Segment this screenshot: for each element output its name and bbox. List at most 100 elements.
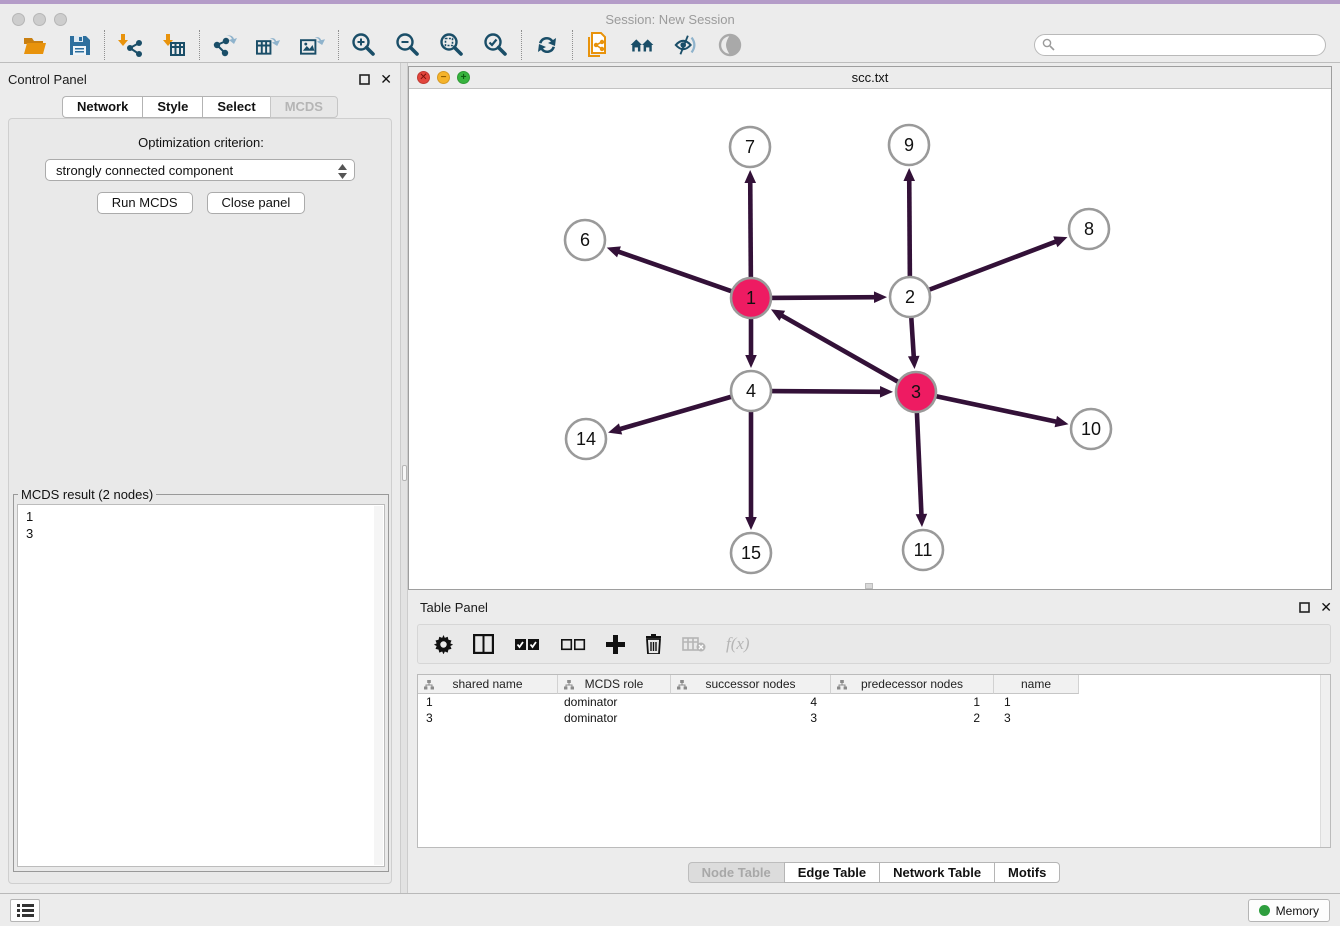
network-window-titlebar[interactable]: ✕ − + scc.txt <box>409 67 1331 89</box>
style-eye-icon[interactable] <box>673 32 699 58</box>
add-column-icon[interactable] <box>606 635 625 654</box>
export-table-icon[interactable] <box>256 32 282 58</box>
graph-node-3[interactable]: 3 <box>896 372 936 412</box>
close-table-panel-icon[interactable]: ✕ <box>1320 600 1332 614</box>
table-cell[interactable]: 4 <box>671 694 831 710</box>
graph-node-6[interactable]: 6 <box>565 220 605 260</box>
table-cell[interactable]: 3 <box>671 710 831 726</box>
table-cell[interactable]: 1 <box>418 694 558 710</box>
table-row[interactable]: 1dominator411 <box>418 694 1330 710</box>
graph-edge-4-14[interactable] <box>608 396 735 435</box>
svg-text:10: 10 <box>1081 419 1101 439</box>
zoom-out-icon[interactable] <box>395 32 421 58</box>
float-table-panel-icon[interactable] <box>1299 602 1310 613</box>
mcds-result-textarea[interactable]: 13 <box>17 504 385 867</box>
zoom-in-icon[interactable] <box>351 32 377 58</box>
graph-edge-3-11[interactable] <box>916 409 928 527</box>
import-network-icon[interactable] <box>117 32 143 58</box>
tab-network-table[interactable]: Network Table <box>879 862 994 883</box>
open-session-icon[interactable] <box>22 32 48 58</box>
table-cell[interactable]: 1 <box>994 694 1079 710</box>
graph-edge-2-8[interactable] <box>926 236 1068 291</box>
settings-gear-icon[interactable] <box>434 635 453 654</box>
graph-node-2[interactable]: 2 <box>890 277 930 317</box>
graph-edge-4-15[interactable] <box>745 408 757 530</box>
refresh-icon[interactable] <box>534 32 560 58</box>
run-mcds-button[interactable]: Run MCDS <box>97 192 193 214</box>
table-cell[interactable]: 1 <box>831 694 994 710</box>
memory-button[interactable]: Memory <box>1248 899 1330 922</box>
mcds-tab-content: Optimization criterion: strongly connect… <box>8 118 392 884</box>
export-network-icon[interactable] <box>212 32 238 58</box>
graph-edge-2-3[interactable] <box>908 314 920 369</box>
search-field[interactable] <box>1034 34 1326 56</box>
float-panel-icon[interactable] <box>359 74 370 85</box>
task-history-button[interactable] <box>10 899 40 922</box>
app-titlebar: Session: New Session <box>0 4 1340 28</box>
graph-edge-1-2[interactable] <box>768 291 887 303</box>
memory-status-icon <box>1259 905 1270 916</box>
graph-node-10[interactable]: 10 <box>1071 409 1111 449</box>
column-header-successor-nodes[interactable]: successor nodes <box>671 675 831 694</box>
graph-node-15[interactable]: 15 <box>731 533 771 573</box>
table-row[interactable]: 3dominator323 <box>418 710 1330 726</box>
graph-node-8[interactable]: 8 <box>1069 209 1109 249</box>
column-header-name[interactable]: name <box>994 675 1079 694</box>
network-resize-grip[interactable] <box>865 583 873 589</box>
graph-node-14[interactable]: 14 <box>566 419 606 459</box>
graph-edge-1-4[interactable] <box>745 315 757 368</box>
network-canvas[interactable]: 7 9 6 8 1 2 4 3 14 10 15 11 <box>409 89 1331 590</box>
tab-mcds[interactable]: MCDS <box>270 96 338 118</box>
tab-select[interactable]: Select <box>202 96 269 118</box>
column-header-shared-name[interactable]: shared name <box>418 675 558 694</box>
column-type-icon <box>677 679 687 693</box>
control-panel-header: Control Panel ✕ <box>8 71 392 91</box>
tab-motifs[interactable]: Motifs <box>994 862 1060 883</box>
tab-network[interactable]: Network <box>62 96 142 118</box>
graph-edge-3-1[interactable] <box>771 309 901 383</box>
tab-node-table[interactable]: Node Table <box>688 862 784 883</box>
table-cell[interactable]: dominator <box>558 710 671 726</box>
table-cell[interactable]: 3 <box>418 710 558 726</box>
graph-node-11[interactable]: 11 <box>903 530 943 570</box>
panel-divider[interactable] <box>400 63 408 893</box>
import-table-icon[interactable] <box>161 32 187 58</box>
clone-network-icon[interactable] <box>585 32 611 58</box>
close-panel-icon[interactable]: ✕ <box>380 72 392 86</box>
zoom-fit-icon[interactable] <box>439 32 465 58</box>
table-cell[interactable]: 2 <box>831 710 994 726</box>
save-session-icon[interactable] <box>66 32 92 58</box>
graph-edge-1-6[interactable] <box>607 246 735 292</box>
zoom-selected-icon[interactable] <box>483 32 509 58</box>
divider-grip[interactable] <box>402 465 407 481</box>
graph-edge-4-3[interactable] <box>768 386 893 398</box>
table-cell[interactable]: 3 <box>994 710 1079 726</box>
hide-details-icon[interactable] <box>717 32 743 58</box>
select-all-icon[interactable] <box>514 638 540 651</box>
table-cell[interactable]: dominator <box>558 694 671 710</box>
deselect-all-icon[interactable] <box>560 638 586 651</box>
graph-node-7[interactable]: 7 <box>730 127 770 167</box>
node-table[interactable]: shared nameMCDS role successor nodes prede… <box>417 674 1331 848</box>
graph-node-4[interactable]: 4 <box>731 371 771 411</box>
column-header-predecessor-nodes[interactable]: predecessor nodes <box>831 675 994 694</box>
delete-column-icon[interactable] <box>645 634 662 654</box>
column-label: successor nodes <box>705 677 795 691</box>
graph-edge-2-9[interactable] <box>903 168 915 280</box>
tab-edge-table[interactable]: Edge Table <box>784 862 879 883</box>
table-scrollbar[interactable] <box>1320 675 1330 847</box>
column-type-icon <box>837 679 847 693</box>
graph-edge-1-7[interactable] <box>744 170 756 281</box>
split-columns-icon[interactable] <box>473 634 494 654</box>
optimization-criterion-select[interactable]: strongly connected component <box>45 159 355 181</box>
search-input[interactable] <box>1034 34 1326 56</box>
first-neighbors-icon[interactable] <box>629 32 655 58</box>
export-image-icon[interactable] <box>300 32 326 58</box>
graph-node-9[interactable]: 9 <box>889 125 929 165</box>
graph-edge-3-10[interactable] <box>933 396 1069 428</box>
column-header-MCDS-role[interactable]: MCDS role <box>558 675 671 694</box>
tab-style[interactable]: Style <box>142 96 202 118</box>
result-scrollbar[interactable] <box>374 506 383 865</box>
graph-node-1[interactable]: 1 <box>731 278 771 318</box>
close-panel-button[interactable]: Close panel <box>207 192 306 214</box>
